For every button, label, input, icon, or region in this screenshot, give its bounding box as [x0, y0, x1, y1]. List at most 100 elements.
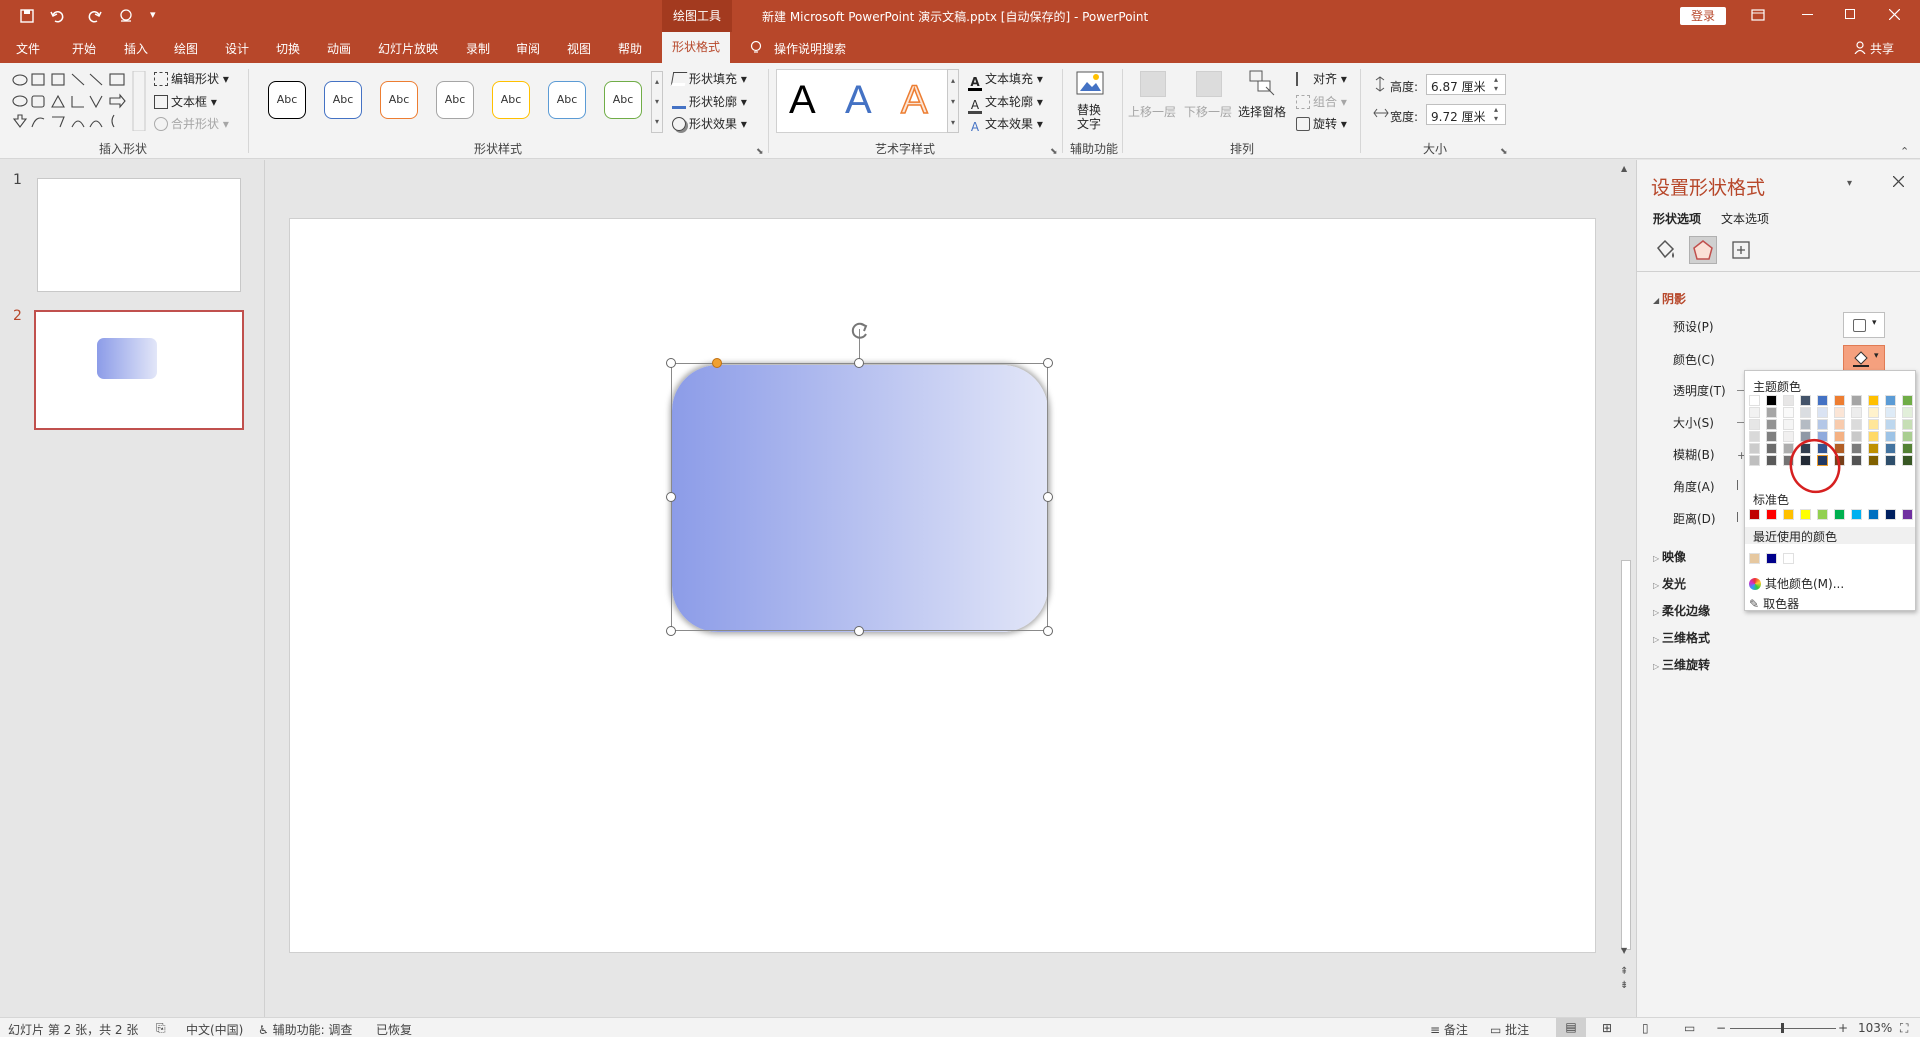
more-colors-item[interactable]: 其他颜色(M)... [1749, 575, 1844, 592]
theme-color-swatch[interactable] [1868, 455, 1879, 466]
shape-effects-button[interactable]: 形状效果 ▾ [672, 115, 747, 132]
theme-color-swatch[interactable] [1749, 419, 1760, 430]
shape-fill-button[interactable]: 形状填充 ▾ [670, 70, 747, 87]
close-window-icon[interactable] [1889, 9, 1900, 20]
edit-shape-button[interactable]: 编辑形状 ▾ [154, 70, 229, 87]
pane-options-icon[interactable]: ▾ [1847, 178, 1852, 189]
rotate-button[interactable]: 旋转 ▾ [1296, 115, 1347, 132]
theme-color-swatch[interactable] [1902, 419, 1913, 430]
tab-help[interactable]: 帮助 [618, 40, 642, 57]
tab-transitions[interactable]: 切换 [276, 40, 300, 57]
tab-insert[interactable]: 插入 [124, 40, 148, 57]
theme-color-swatch[interactable] [1851, 431, 1862, 442]
theme-color-swatch[interactable] [1817, 395, 1828, 406]
theme-color-swatch[interactable] [1766, 455, 1777, 466]
tab-text-options[interactable]: 文本选项 [1721, 210, 1769, 227]
spell-check-icon[interactable]: ⎘ [156, 1021, 166, 1036]
redo-icon[interactable] [88, 9, 102, 23]
theme-color-swatch[interactable] [1783, 395, 1794, 406]
theme-color-swatch[interactable] [1851, 395, 1862, 406]
theme-color-swatch[interactable] [1783, 419, 1794, 430]
theme-color-swatch[interactable] [1851, 419, 1862, 430]
theme-color-swatch[interactable] [1800, 419, 1811, 430]
previous-slide-icon[interactable]: ⇞ [1620, 966, 1628, 977]
section-3d-rotation[interactable]: ▷ 三维旋转 [1653, 656, 1710, 673]
tab-shape-options[interactable]: 形状选项 [1653, 210, 1701, 227]
size-launcher-icon[interactable]: ⬊ [1500, 147, 1508, 157]
resize-handle-right[interactable] [1043, 492, 1053, 502]
theme-color-swatch[interactable] [1800, 395, 1811, 406]
notes-button[interactable]: ≡ 备注 [1430, 1021, 1468, 1037]
collapse-ribbon-icon[interactable]: ⌃ [1900, 145, 1909, 158]
eyedropper-item[interactable]: ✎ 取色器 [1749, 595, 1799, 612]
theme-color-swatch[interactable] [1885, 455, 1896, 466]
theme-color-swatch[interactable] [1902, 395, 1913, 406]
standard-color-swatch[interactable] [1800, 509, 1811, 520]
slideshow-icon[interactable]: ▭ [1684, 1021, 1695, 1035]
theme-color-swatch[interactable] [1902, 455, 1913, 466]
standard-color-swatch[interactable] [1817, 509, 1828, 520]
shape-style-preset[interactable]: Abc [380, 81, 418, 119]
theme-color-swatch[interactable] [1783, 407, 1794, 418]
bring-forward-button[interactable]: 上移一层 [1128, 103, 1176, 120]
text-box-button[interactable]: 文本框 ▾ [154, 93, 217, 110]
theme-color-swatch[interactable] [1851, 455, 1862, 466]
touch-mode-icon[interactable] [118, 9, 134, 23]
theme-color-swatch[interactable] [1868, 431, 1879, 442]
wordart-gallery[interactable]: A A A [776, 69, 950, 133]
standard-color-swatch[interactable] [1868, 509, 1879, 520]
theme-color-swatch[interactable] [1749, 395, 1760, 406]
theme-color-swatch[interactable] [1868, 443, 1879, 454]
zoom-slider-thumb[interactable] [1781, 1023, 1784, 1033]
send-backward-button[interactable]: 下移一层 [1184, 103, 1232, 120]
theme-color-swatch[interactable] [1885, 419, 1896, 430]
tab-home[interactable]: 开始 [72, 40, 96, 57]
theme-color-swatch[interactable] [1834, 407, 1845, 418]
angle-slider[interactable] [1737, 480, 1738, 490]
accessibility-checker[interactable]: ♿ 辅助功能: 调查 [258, 1021, 352, 1037]
tab-review[interactable]: 审阅 [516, 40, 540, 57]
theme-color-swatch[interactable] [1851, 407, 1862, 418]
section-soft-edges[interactable]: ▷ 柔化边缘 [1653, 602, 1710, 619]
theme-color-swatch[interactable] [1766, 431, 1777, 442]
scroll-down-icon[interactable]: ▼ [1621, 946, 1627, 955]
theme-color-swatch[interactable] [1817, 419, 1828, 430]
rotate-handle-icon[interactable] [849, 320, 871, 342]
theme-color-swatch[interactable] [1834, 419, 1845, 430]
slide-sorter-icon[interactable]: ⊞ [1602, 1021, 1612, 1035]
zoom-in-icon[interactable]: + [1838, 1021, 1848, 1035]
comments-button[interactable]: ▭ 批注 [1490, 1021, 1529, 1037]
theme-color-swatch[interactable] [1766, 419, 1777, 430]
distance-slider[interactable] [1737, 512, 1738, 522]
shape-style-preset[interactable]: Abc [604, 81, 642, 119]
customize-qat-icon[interactable]: ▾ [150, 8, 156, 21]
share-button[interactable]: 共享 [1870, 40, 1894, 57]
shape-styles-launcher-icon[interactable]: ⬊ [756, 147, 764, 157]
theme-color-swatch[interactable] [1885, 443, 1896, 454]
next-slide-icon[interactable]: ⇟ [1620, 980, 1628, 991]
wordart-style-orange[interactable]: A [900, 77, 928, 123]
tell-me-search[interactable]: 操作说明搜索 [774, 40, 846, 57]
zoom-percentage[interactable]: 103% [1858, 1021, 1892, 1035]
height-spinner[interactable]: ▴ ▾ [1494, 75, 1498, 93]
effects-tab[interactable] [1689, 236, 1717, 264]
size-properties-icon[interactable] [1729, 238, 1753, 262]
selection-pane-button[interactable]: 选择窗格 [1238, 103, 1286, 120]
theme-color-swatch[interactable] [1885, 431, 1896, 442]
resize-handle-bottom[interactable] [854, 626, 864, 636]
shadow-color-button[interactable]: ▾ [1843, 345, 1885, 371]
minimize-icon[interactable] [1802, 14, 1813, 15]
resize-handle-top[interactable] [854, 358, 864, 368]
tab-slideshow[interactable]: 幻灯片放映 [378, 40, 438, 57]
standard-color-swatch[interactable] [1885, 509, 1896, 520]
theme-color-swatch[interactable] [1902, 443, 1913, 454]
theme-color-swatch[interactable] [1800, 407, 1811, 418]
theme-color-swatch[interactable] [1766, 443, 1777, 454]
slide-thumbnail-2[interactable] [34, 310, 244, 430]
theme-color-swatch[interactable] [1851, 443, 1862, 454]
tab-record[interactable]: 录制 [466, 40, 490, 57]
zoom-out-icon[interactable]: − [1716, 1021, 1726, 1035]
theme-color-swatch[interactable] [1749, 455, 1760, 466]
recent-color-swatch[interactable] [1766, 553, 1777, 564]
shape-style-preset[interactable]: Abc [492, 81, 530, 119]
